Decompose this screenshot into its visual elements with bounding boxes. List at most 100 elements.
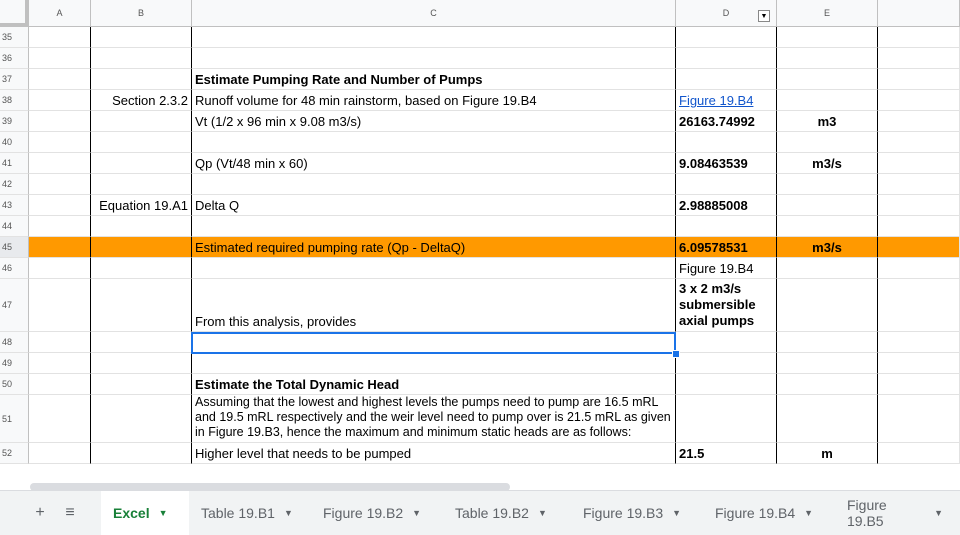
cell-b45[interactable] <box>91 237 192 258</box>
row-number[interactable]: 45 <box>0 237 29 258</box>
cell-c50[interactable]: Estimate the Total Dynamic Head <box>192 374 676 395</box>
cell-a51[interactable] <box>29 395 91 443</box>
cell-d40[interactable] <box>676 132 777 153</box>
cell-a43[interactable] <box>29 195 91 216</box>
chevron-down-icon[interactable]: ▼ <box>538 508 547 518</box>
cell-f42[interactable] <box>878 174 960 195</box>
cell-c43[interactable]: Delta Q <box>192 195 676 216</box>
cell-d52[interactable]: 21.5 <box>676 443 777 464</box>
row-number[interactable]: 44 <box>0 216 29 237</box>
sheet-tab[interactable]: Figure 19.B5 ▼ <box>835 491 955 535</box>
cell-a45[interactable] <box>29 237 91 258</box>
cell-b49[interactable] <box>91 353 192 374</box>
row-number[interactable]: 47 <box>0 279 29 332</box>
chevron-down-icon[interactable]: ▼ <box>159 508 168 518</box>
cell-e43[interactable] <box>777 195 878 216</box>
row-number[interactable]: 51 <box>0 395 29 443</box>
cell-d41[interactable]: 9.08463539 <box>676 153 777 174</box>
cell-b48[interactable] <box>91 332 192 353</box>
cell-f50[interactable] <box>878 374 960 395</box>
cell-d47[interactable]: 3 x 2 m3/s submersible axial pumps <box>676 279 777 332</box>
cell-c41[interactable]: Qp (Vt/48 min x 60) <box>192 153 676 174</box>
cell-d45[interactable]: 6.09578531 <box>676 237 777 258</box>
cell-e42[interactable] <box>777 174 878 195</box>
chevron-down-icon[interactable]: ▼ <box>672 508 681 518</box>
cell-d48[interactable] <box>676 332 777 353</box>
cell-d51[interactable] <box>676 395 777 443</box>
sheet-tab[interactable]: Figure 19.B4 ▼ <box>703 491 835 535</box>
add-sheet-button[interactable]: + <box>30 491 50 535</box>
cell-c37[interactable]: Estimate Pumping Rate and Number of Pump… <box>192 69 676 90</box>
cell-d50[interactable] <box>676 374 777 395</box>
cell-b52[interactable] <box>91 443 192 464</box>
cell-f52[interactable] <box>878 443 960 464</box>
cell-e50[interactable] <box>777 374 878 395</box>
cell-e52[interactable]: m <box>777 443 878 464</box>
cell-c46[interactable] <box>192 258 676 279</box>
cell-c40[interactable] <box>192 132 676 153</box>
column-header-f[interactable] <box>878 0 960 27</box>
cell-a40[interactable] <box>29 132 91 153</box>
row-number[interactable]: 46 <box>0 258 29 279</box>
cell-d39[interactable]: 26163.74992 <box>676 111 777 132</box>
row-number[interactable]: 36 <box>0 48 29 69</box>
cell-c35[interactable] <box>192 27 676 48</box>
row-number[interactable]: 41 <box>0 153 29 174</box>
cell-d-link[interactable]: Figure 19.B4 <box>676 90 777 111</box>
cell-f48[interactable] <box>878 332 960 353</box>
cell-a46[interactable] <box>29 258 91 279</box>
cell-a44[interactable] <box>29 216 91 237</box>
cell-c44[interactable] <box>192 216 676 237</box>
cell-c51[interactable]: Assuming that the lowest and highest lev… <box>192 395 676 443</box>
cell-c36[interactable] <box>192 48 676 69</box>
cell-e38[interactable] <box>777 90 878 111</box>
cell-a35[interactable] <box>29 27 91 48</box>
cell-b43[interactable]: Equation 19.A1 <box>91 195 192 216</box>
cell-f51[interactable] <box>878 395 960 443</box>
cell-a47[interactable] <box>29 279 91 332</box>
cell-b46[interactable] <box>91 258 192 279</box>
column-header-a[interactable]: A <box>29 0 91 27</box>
cell-c38[interactable]: Runoff volume for 48 min rainstorm, base… <box>192 90 676 111</box>
row-number[interactable]: 37 <box>0 69 29 90</box>
row-number[interactable]: 49 <box>0 353 29 374</box>
cell-a42[interactable] <box>29 174 91 195</box>
all-sheets-menu-icon[interactable]: ≡ <box>60 491 80 535</box>
cell-d36[interactable] <box>676 48 777 69</box>
cell-e49[interactable] <box>777 353 878 374</box>
row-number[interactable]: 52 <box>0 443 29 464</box>
cell-f49[interactable] <box>878 353 960 374</box>
cell-e41[interactable]: m3/s <box>777 153 878 174</box>
horizontal-scrollbar[interactable] <box>0 480 960 490</box>
column-header-c[interactable]: C <box>192 0 676 27</box>
selected-cell-c48[interactable] <box>191 332 676 354</box>
cell-b51[interactable] <box>91 395 192 443</box>
cell-c42[interactable] <box>192 174 676 195</box>
cell-c39[interactable]: Vt (1/2 x 96 min x 9.08 m3/s) <box>192 111 676 132</box>
cell-b37[interactable] <box>91 69 192 90</box>
cell-b39[interactable] <box>91 111 192 132</box>
row-number[interactable]: 48 <box>0 332 29 353</box>
cell-c45[interactable]: Estimated required pumping rate (Qp - De… <box>192 237 676 258</box>
cell-f45[interactable] <box>878 237 960 258</box>
cell-a50[interactable] <box>29 374 91 395</box>
scrollbar-thumb[interactable] <box>30 483 510 490</box>
column-header-b[interactable]: B <box>91 0 192 27</box>
chevron-down-icon[interactable]: ▼ <box>284 508 293 518</box>
cell-e47[interactable] <box>777 279 878 332</box>
cell-b41[interactable] <box>91 153 192 174</box>
row-number[interactable]: 42 <box>0 174 29 195</box>
cell-b38[interactable]: Section 2.3.2 <box>91 90 192 111</box>
cell-b35[interactable] <box>91 27 192 48</box>
cell-a52[interactable] <box>29 443 91 464</box>
spreadsheet-grid[interactable]: A B C D ▼ E 35 36 37 Estimate Pumping Rate … <box>0 0 960 490</box>
cell-f43[interactable] <box>878 195 960 216</box>
cell-c52[interactable]: Higher level that needs to be pumped <box>192 443 676 464</box>
cell-f35[interactable] <box>878 27 960 48</box>
cell-e39[interactable]: m3 <box>777 111 878 132</box>
cell-f39[interactable] <box>878 111 960 132</box>
cell-d37[interactable] <box>676 69 777 90</box>
cell-d44[interactable] <box>676 216 777 237</box>
cell-a48[interactable] <box>29 332 91 353</box>
sheet-tab[interactable]: Table 19.B1 ▼ <box>189 491 311 535</box>
